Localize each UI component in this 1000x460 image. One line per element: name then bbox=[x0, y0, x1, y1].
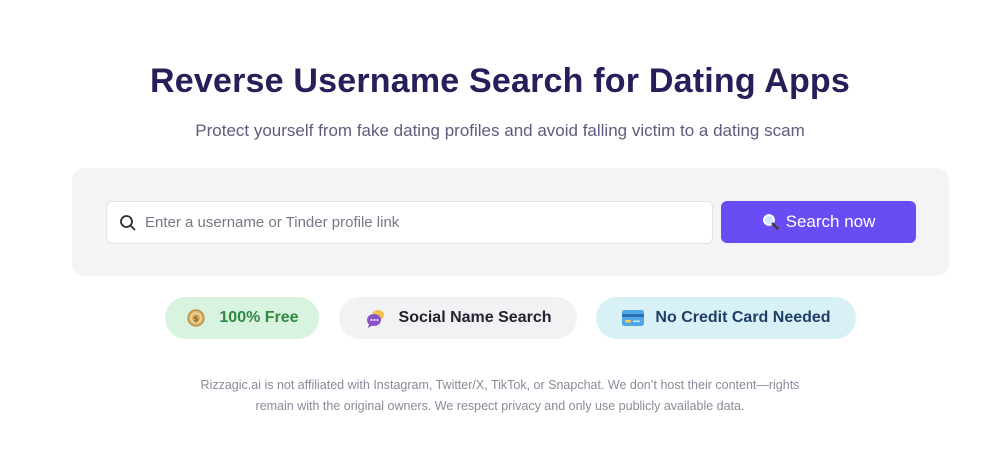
feature-chip-label: Social Name Search bbox=[398, 309, 552, 326]
disclaimer-line: Rizzagic.ai is not affiliated with Insta… bbox=[200, 378, 800, 392]
page-subtitle: Protect yourself from fake dating profil… bbox=[195, 121, 805, 140]
search-icon bbox=[118, 213, 138, 233]
disclaimer: Rizzagic.ai is not affiliated with Insta… bbox=[150, 375, 850, 417]
search-button-label: Search now bbox=[785, 212, 876, 231]
feature-chip-social-search: Social Name Search bbox=[339, 297, 577, 339]
feature-chip-label: No Credit Card Needed bbox=[655, 309, 831, 326]
page: Reverse Username Search for Dating Apps … bbox=[0, 0, 1000, 460]
feature-chip-free: $ 100% Free bbox=[165, 297, 319, 339]
chat-bubbles-icon bbox=[365, 307, 387, 329]
disclaimer-line: remain with the original owners. We resp… bbox=[255, 399, 745, 413]
search-input[interactable] bbox=[145, 202, 705, 243]
magnifier-emoji-icon bbox=[762, 213, 780, 231]
page-title: Reverse Username Search for Dating Apps bbox=[149, 62, 851, 100]
feature-chip-no-credit-card: No Credit Card Needed bbox=[596, 297, 856, 339]
search-button[interactable]: Search now bbox=[721, 201, 916, 243]
feature-chip-label: 100% Free bbox=[219, 309, 299, 326]
search-box bbox=[106, 201, 713, 244]
coin-icon: $ bbox=[185, 307, 207, 329]
svg-text:$: $ bbox=[194, 315, 200, 324]
credit-card-icon bbox=[621, 307, 645, 329]
search-panel: Search now bbox=[72, 168, 949, 276]
